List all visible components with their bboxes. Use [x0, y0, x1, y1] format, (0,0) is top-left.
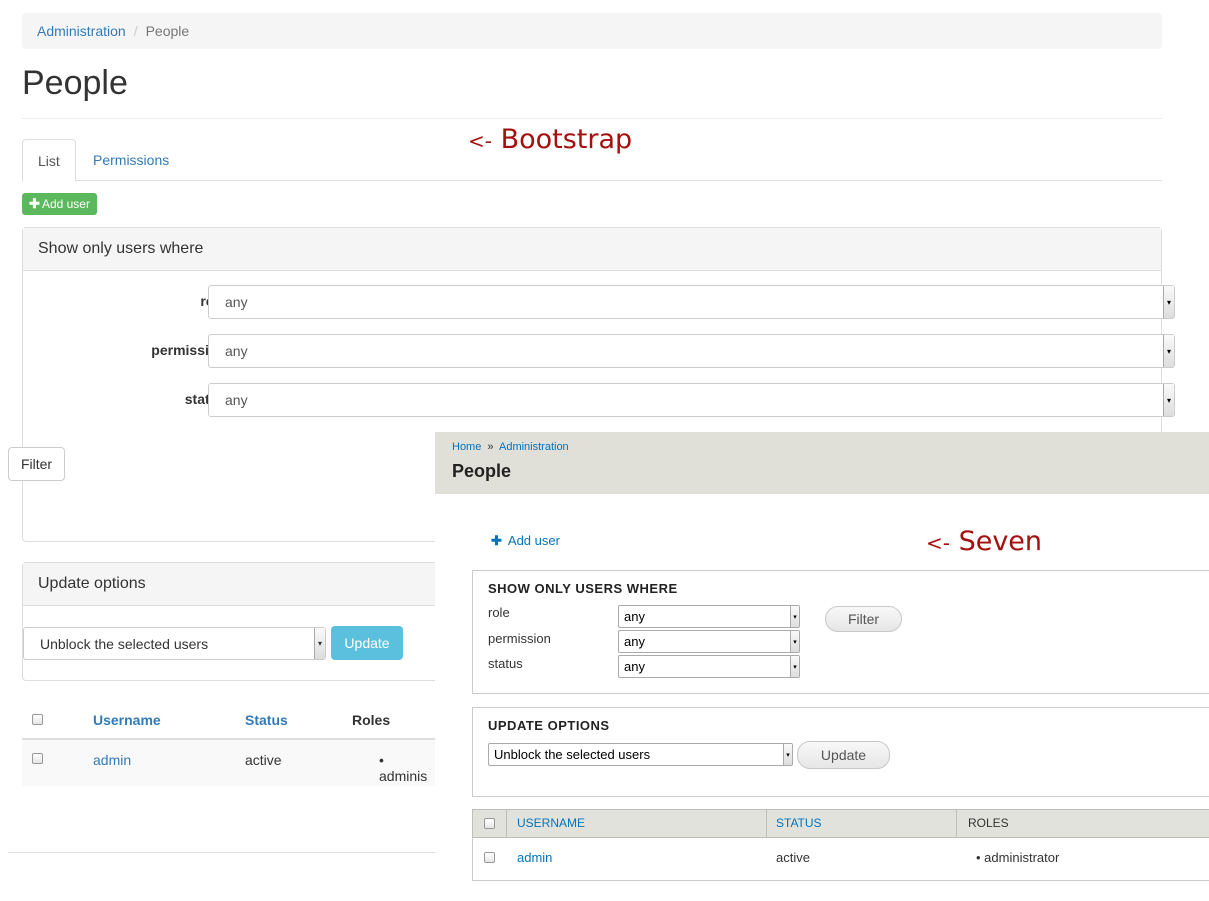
status-select[interactable]: any ▾	[208, 383, 1175, 417]
seven-filter-button[interactable]: Filter	[825, 606, 902, 632]
update-options-heading: Update options	[23, 563, 436, 606]
row-checkbox[interactable]	[484, 852, 495, 863]
tabs: List Permissions	[22, 139, 1162, 182]
tab-list[interactable]: List	[22, 139, 76, 182]
permission-select-value: any	[225, 343, 248, 359]
seven-table-header: USERNAME STATUS ROLES	[472, 809, 1209, 838]
seven-role-value: any	[624, 609, 645, 624]
chevron-down-icon: ▾	[790, 656, 799, 677]
table-header: Username Status Roles	[22, 702, 436, 740]
seven-header: Home » Administration People	[435, 432, 1209, 494]
seven-annotation: <- Seven	[926, 526, 1042, 557]
seven-theme-preview: Home » Administration People ✚ Add user <…	[435, 432, 1209, 901]
filter-panel-heading: Show only users where	[23, 228, 1161, 271]
roles-column-header: ROLES	[968, 816, 1009, 830]
chevron-down-icon: ▾	[790, 606, 799, 627]
breadcrumb-administration-link[interactable]: Administration	[37, 23, 126, 39]
chevron-down-icon: ▾	[1163, 286, 1174, 318]
seven-role-select[interactable]: any ▾	[618, 605, 800, 628]
column-divider	[766, 810, 767, 837]
page-title: People	[22, 64, 128, 102]
tab-permissions[interactable]: Permissions	[78, 139, 184, 181]
column-divider	[506, 810, 507, 837]
username-link[interactable]: admin	[517, 850, 552, 865]
seven-bulk-operation-select[interactable]: Unblock the selected users ▾	[488, 743, 793, 766]
seven-bulk-operation-value: Unblock the selected users	[494, 747, 651, 762]
seven-breadcrumb: Home » Administration	[452, 441, 569, 453]
add-user-label: Add user	[41, 197, 90, 211]
chevron-down-icon: ▾	[314, 628, 325, 659]
username-link[interactable]: admin	[93, 752, 131, 768]
seven-add-user-link[interactable]: ✚ Add user	[491, 533, 560, 549]
seven-status-value: any	[624, 659, 645, 674]
permission-select[interactable]: any ▾	[208, 334, 1175, 368]
seven-page-title: People	[452, 461, 512, 481]
status-column-header[interactable]: STATUS	[776, 816, 822, 830]
breadcrumb-separator: »	[487, 441, 494, 453]
annotation-arrow: <-	[926, 531, 950, 555]
bulk-operation-select[interactable]: Unblock the selected users ▾	[23, 627, 326, 660]
seven-update-button[interactable]: Update	[797, 741, 890, 769]
seven-permission-label: permission	[488, 631, 551, 646]
user-roles: • adminis	[379, 752, 428, 784]
role-select[interactable]: any ▾	[208, 285, 1175, 319]
seven-add-user-label: Add user	[507, 533, 560, 548]
bulk-operation-value: Unblock the selected users	[40, 635, 209, 652]
table-row: admin active • administrator	[472, 837, 1209, 881]
seven-role-label: role	[488, 605, 510, 620]
plus-icon: ✚	[29, 196, 40, 211]
annotation-text: Seven	[958, 526, 1043, 557]
status-select-value: any	[225, 392, 248, 408]
plus-icon: ✚	[491, 533, 502, 548]
breadcrumb-home-link[interactable]: Home	[452, 441, 481, 453]
chevron-down-icon: ▾	[790, 631, 799, 652]
role-select-value: any	[225, 294, 248, 310]
status-column-header[interactable]: Status	[245, 712, 288, 728]
seven-update-fieldset: UPDATE OPTIONS Unblock the selected user…	[472, 707, 1209, 797]
filter-button[interactable]: Filter	[8, 447, 65, 481]
column-divider	[956, 810, 957, 837]
user-roles: • administrator	[976, 850, 1060, 865]
seven-status-label: status	[488, 656, 523, 671]
footer-divider	[8, 852, 436, 853]
seven-filter-legend: SHOW ONLY USERS WHERE	[488, 581, 678, 596]
username-column-header[interactable]: Username	[93, 712, 161, 728]
seven-permission-value: any	[624, 634, 645, 649]
select-all-checkbox[interactable]	[32, 714, 43, 725]
roles-column-header: Roles	[352, 712, 391, 728]
seven-status-select[interactable]: any ▾	[618, 655, 800, 678]
username-column-header[interactable]: USERNAME	[517, 816, 585, 830]
select-all-checkbox[interactable]	[484, 818, 495, 829]
breadcrumb: Administration / People	[22, 13, 1162, 49]
add-user-button[interactable]: ✚ Add user	[22, 193, 97, 215]
chevron-down-icon: ▾	[1163, 335, 1174, 367]
table-row: admin active • adminis	[22, 740, 436, 786]
seven-permission-select[interactable]: any ▾	[618, 630, 800, 653]
chevron-down-icon: ▾	[783, 744, 792, 765]
update-button[interactable]: Update	[331, 626, 403, 660]
chevron-down-icon: ▾	[1163, 384, 1174, 416]
row-checkbox[interactable]	[32, 753, 43, 764]
breadcrumb-administration-link[interactable]: Administration	[499, 441, 569, 453]
title-divider	[22, 118, 1162, 119]
seven-update-legend: UPDATE OPTIONS	[488, 718, 610, 733]
breadcrumb-separator: /	[133, 23, 138, 39]
update-options-panel: Update options	[22, 562, 436, 681]
user-status: active	[245, 752, 282, 768]
seven-filter-fieldset: SHOW ONLY USERS WHERE role any ▾ permiss…	[472, 570, 1209, 694]
breadcrumb-current: People	[145, 23, 190, 39]
user-status: active	[776, 850, 810, 865]
